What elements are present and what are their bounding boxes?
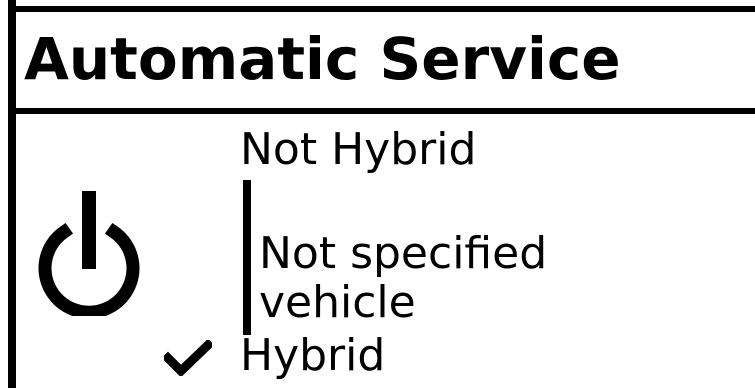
- header-top-border: [8, 6, 755, 12]
- check-icon: [164, 340, 212, 376]
- power-icon: [38, 191, 140, 316]
- option-not-specified-label-line-2: vehicle: [259, 277, 416, 328]
- device-screen: Automatic Service Not Hybrid Not specifi…: [0, 0, 755, 388]
- option-not-hybrid[interactable]: Not Hybrid: [240, 128, 476, 172]
- selection-indicator: [243, 180, 251, 335]
- header-bottom-border: [8, 108, 755, 114]
- option-hybrid[interactable]: Hybrid: [240, 334, 385, 378]
- option-not-specified-label-line-1: Not specified: [259, 228, 548, 279]
- page-title: Automatic Service: [24, 25, 621, 93]
- option-not-specified-vehicle[interactable]: Not specified vehicle: [243, 180, 663, 335]
- left-border: [8, 0, 16, 388]
